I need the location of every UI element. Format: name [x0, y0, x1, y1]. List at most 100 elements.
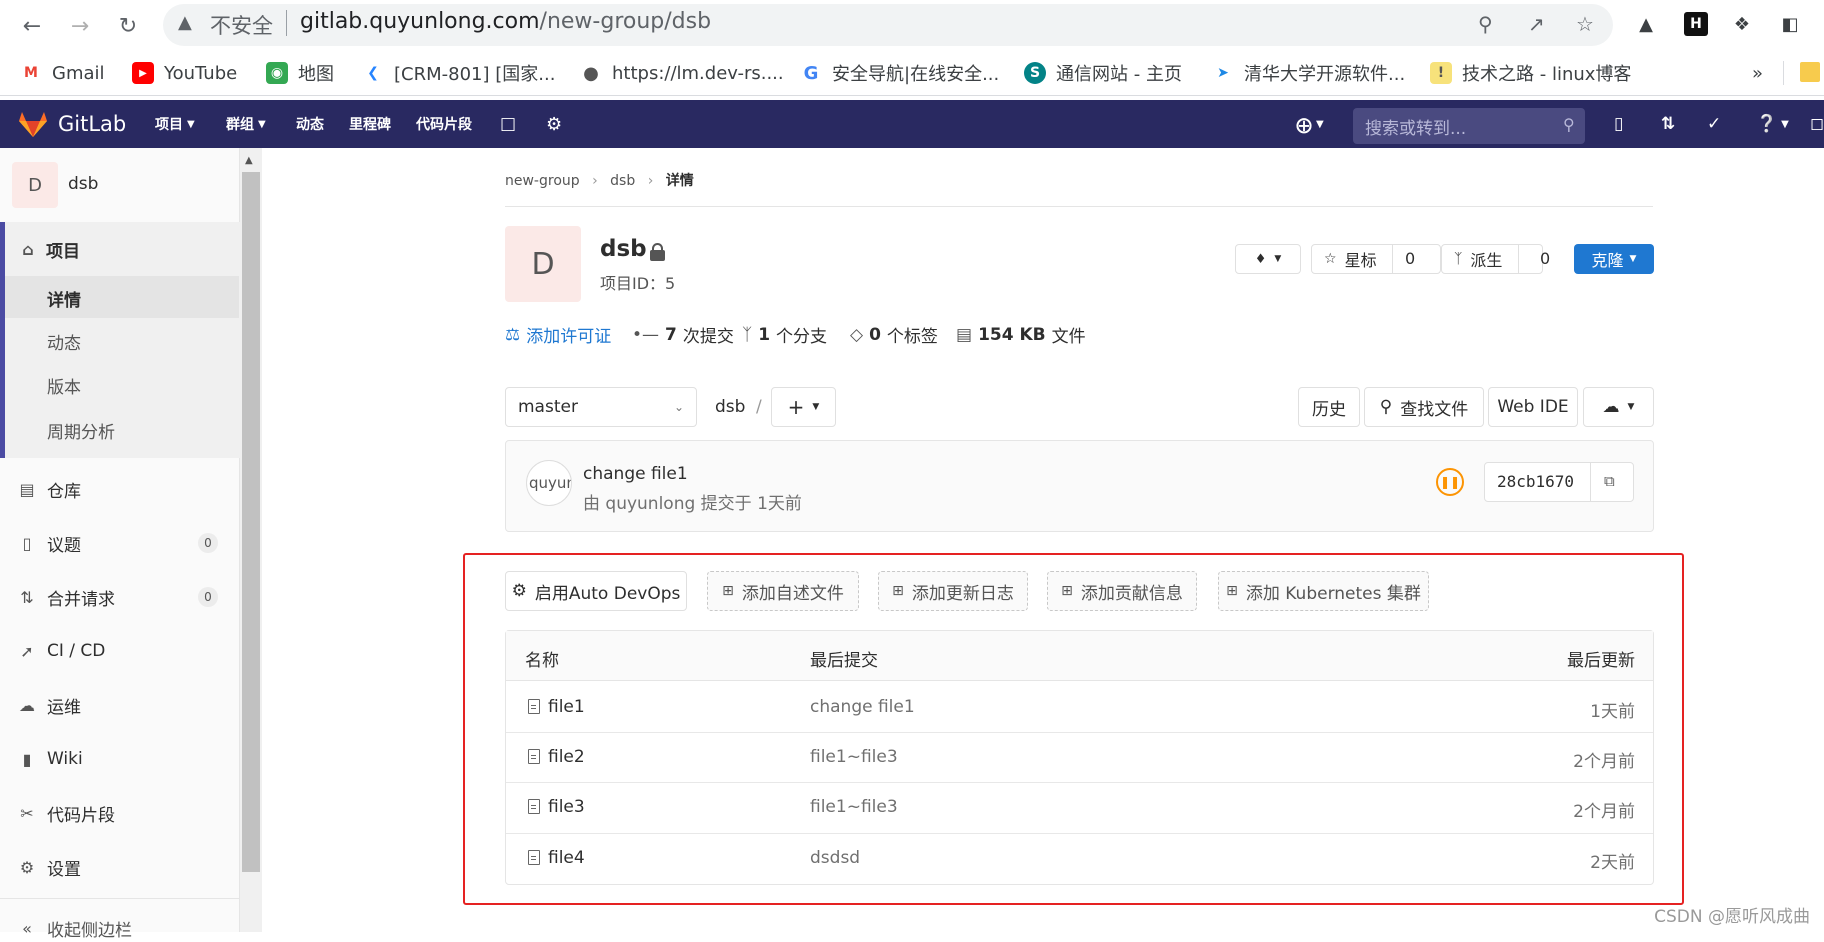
bookmark-tuna[interactable]: ➤ 清华大学开源软件...: [1212, 58, 1405, 88]
bookmark-sharepoint[interactable]: S 通信网站 - 主页: [1024, 58, 1182, 88]
share-icon[interactable]: ↗: [1528, 12, 1545, 36]
sidebar-item-issues[interactable]: ▯ 议题 0: [0, 524, 240, 562]
sidebar-subitem-activity[interactable]: 动态: [0, 322, 240, 360]
extensions-puzzle-icon[interactable]: ❖: [1730, 12, 1754, 36]
notification-button[interactable]: ♦ ▼: [1235, 244, 1301, 274]
url-text[interactable]: gitlab.quyunlong.com/new-group/dsb: [300, 9, 711, 34]
add-changelog-button[interactable]: ⊞ 添加更新日志: [878, 571, 1028, 611]
add-license-link[interactable]: ⚖ 添加许可证: [505, 322, 611, 348]
sidebar-item-snippets[interactable]: ✂ 代码片段: [0, 794, 240, 832]
help-icon[interactable]: ❔ ▼: [1756, 100, 1789, 148]
add-file-dropdown[interactable]: + ▼: [771, 387, 836, 427]
bookmark-star-icon[interactable]: ☆: [1576, 12, 1594, 36]
find-file-button[interactable]: ⚲ 查找文件: [1364, 387, 1484, 427]
pipeline-paused-icon[interactable]: ❚❚: [1436, 468, 1464, 496]
sidebar-item-settings[interactable]: ⚙ 设置: [0, 848, 240, 886]
commits-stat[interactable]: •— 7 次提交: [632, 322, 734, 348]
extension-hat-icon[interactable]: ▲: [1634, 12, 1658, 36]
breadcrumb-current[interactable]: 详情: [666, 173, 694, 189]
breadcrumb-item[interactable]: dsb: [610, 173, 635, 189]
branches-stat[interactable]: ᛉ 1 个分支: [742, 322, 827, 348]
todo-check-icon[interactable]: ✓: [1707, 100, 1721, 148]
history-button[interactable]: 历史: [1298, 387, 1360, 427]
chevron-down-icon: ▼: [1781, 118, 1789, 130]
nav-snippets[interactable]: 代码片段: [416, 100, 472, 148]
sidebar-item-label: 代码片段: [47, 805, 115, 826]
sidebar-subitem-releases[interactable]: 版本: [0, 366, 240, 404]
bookmark-lm[interactable]: ● https://lm.dev-rs....: [580, 58, 783, 88]
nav-projects[interactable]: 项目 ▼: [155, 100, 195, 148]
nav-activity[interactable]: 动态: [296, 100, 324, 148]
file-icon: ▤: [956, 324, 973, 345]
gitlab-logo[interactable]: GitLab: [18, 100, 126, 148]
bookmark-safe-nav[interactable]: G 安全导航|在线安全...: [800, 58, 1000, 88]
tags-stat[interactable]: ◇ 0 个标签: [850, 322, 938, 348]
sidebar-item-merge-requests[interactable]: ⇅ 合并请求 0: [0, 578, 240, 616]
bookmark-gmail[interactable]: M Gmail: [20, 58, 104, 88]
reload-icon[interactable]: ↻: [112, 10, 144, 42]
nav-milestones[interactable]: 里程碑: [349, 100, 391, 148]
search-icon[interactable]: ⚲: [1563, 115, 1575, 134]
commit-author-avatar[interactable]: quyun: [526, 460, 572, 506]
nav-groups[interactable]: 群组 ▼: [226, 100, 266, 148]
scroll-up-arrow-icon[interactable]: ▲: [245, 155, 253, 166]
fork-button[interactable]: ᛉ 派生: [1441, 244, 1543, 274]
star-count[interactable]: 0: [1405, 249, 1415, 268]
sidebar-item-wiki[interactable]: ▮ Wiki: [0, 740, 240, 778]
sidebar-item-operations[interactable]: ☁ 运维: [0, 686, 240, 724]
sidebar-subitem-details[interactable]: 详情: [0, 278, 240, 318]
add-contributing-button[interactable]: ⊞ 添加贡献信息: [1047, 571, 1197, 611]
files-size-stat[interactable]: ▤ 154 KB 文件: [956, 322, 1086, 348]
enable-auto-devops-button[interactable]: ⚙ 启用Auto DevOps: [505, 571, 687, 611]
chart-icon[interactable]: □: [500, 100, 516, 148]
download-dropdown[interactable]: ☁ ▼: [1583, 387, 1654, 427]
sidebar-project-name[interactable]: dsb: [68, 174, 98, 194]
project-avatar[interactable]: D: [12, 162, 58, 208]
copy-icon[interactable]: ⧉: [1604, 472, 1615, 490]
add-kubernetes-cluster-button[interactable]: ⊞ 添加 Kubernetes 集群: [1218, 571, 1429, 611]
path-root-link[interactable]: dsb: [715, 397, 745, 417]
star-button[interactable]: ☆ 星标: [1311, 244, 1441, 274]
collapse-sidebar-button[interactable]: « 收起侧边栏: [0, 914, 240, 942]
warning-icon[interactable]: ▲: [178, 12, 192, 33]
file-name-link[interactable]: file4: [528, 848, 585, 868]
bookmark-crm[interactable]: ❮ [CRM-801] [国家...: [362, 58, 555, 88]
clone-button[interactable]: 克隆 ▼: [1574, 244, 1654, 274]
add-readme-button[interactable]: ⊞ 添加自述文件: [707, 571, 859, 611]
wrench-icon[interactable]: ⚙: [546, 100, 562, 148]
bookmark-youtube[interactable]: ▶ YouTube: [132, 58, 237, 88]
fork-count[interactable]: 0: [1540, 249, 1550, 268]
scrollbar-thumb[interactable]: [242, 172, 260, 872]
user-avatar-icon[interactable]: ◻: [1810, 100, 1824, 148]
issues-icon[interactable]: ▯: [1614, 100, 1623, 148]
sidebar-subitem-cycle-analytics[interactable]: 周期分析: [0, 411, 240, 449]
forward-arrow-icon[interactable]: →: [64, 10, 96, 42]
branch-select[interactable]: master ⌄: [505, 387, 697, 427]
back-arrow-icon[interactable]: ←: [16, 10, 48, 42]
insecure-label[interactable]: 不安全: [210, 10, 273, 40]
file-name-link[interactable]: file3: [528, 797, 585, 817]
file-commit-link[interactable]: file1~file3: [810, 797, 898, 817]
extension-h-icon[interactable]: H: [1684, 12, 1708, 36]
commit-sha[interactable]: 28cb1670: [1497, 472, 1574, 491]
file-name-link[interactable]: file2: [528, 747, 585, 767]
side-panel-icon[interactable]: ◧: [1778, 12, 1802, 36]
zoom-icon[interactable]: ⚲: [1478, 12, 1493, 36]
bookmark-maps[interactable]: ◉ 地图: [266, 58, 334, 88]
new-plus-icon[interactable]: ⨁ ▼: [1296, 100, 1324, 148]
merge-request-icon[interactable]: ⇅: [1661, 100, 1675, 148]
breadcrumb-item[interactable]: new-group: [505, 173, 580, 189]
more-bookmarks-button[interactable]: »: [1752, 58, 1763, 88]
file-commit-link[interactable]: file1~file3: [810, 747, 898, 767]
bookmark-blog[interactable]: ! 技术之路 - linux博客: [1430, 58, 1631, 88]
sidebar-item-cicd[interactable]: ➚ CI / CD: [0, 632, 240, 670]
file-commit-link[interactable]: change file1: [810, 697, 915, 717]
sidebar-item-project[interactable]: ⌂ 项目: [0, 232, 240, 266]
commit-title[interactable]: change file1: [583, 464, 688, 484]
folder-icon[interactable]: [1800, 62, 1820, 82]
file-commit-link[interactable]: dsdsd: [810, 848, 860, 868]
file-name-link[interactable]: file1: [528, 697, 585, 717]
chevron-down-icon: ▼: [812, 402, 820, 412]
web-ide-button[interactable]: Web IDE: [1488, 387, 1578, 427]
sidebar-item-repository[interactable]: ▤ 仓库: [0, 470, 240, 508]
